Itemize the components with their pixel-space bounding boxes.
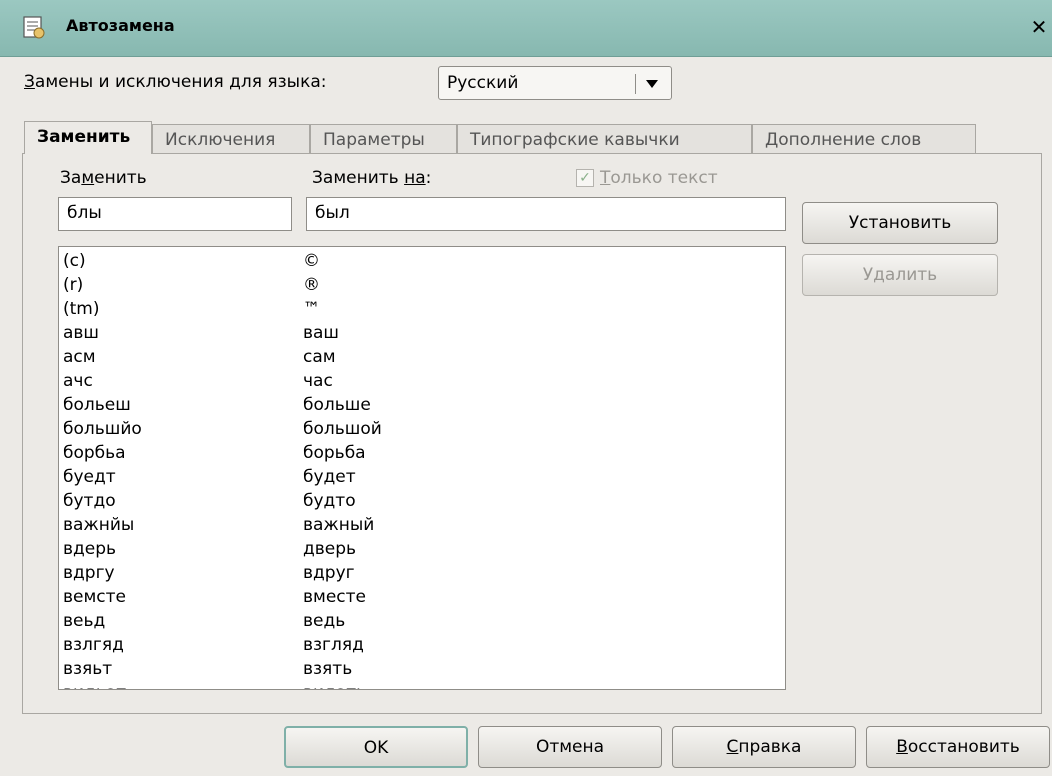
chevron-down-icon[interactable] <box>646 80 658 88</box>
replace-with-label: Заменить на: <box>312 168 432 188</box>
list-item[interactable]: вемсте вместе <box>63 585 753 609</box>
tab-replace[interactable]: Заменить <box>24 121 152 154</box>
help-button[interactable]: Справка <box>672 726 856 768</box>
list-item-to: большой <box>303 419 382 439</box>
select-separator <box>635 74 636 94</box>
list-item-to: ведь <box>303 611 346 631</box>
list-item[interactable]: (tm) ™ <box>63 297 753 321</box>
list-item[interactable]: видьат видать <box>63 681 753 689</box>
list-item-to: видать <box>303 681 366 689</box>
window-title: Автозамена <box>66 16 175 35</box>
ok-button[interactable]: OK <box>284 726 468 768</box>
list-item-to: © <box>303 251 320 271</box>
list-item-from: большйо <box>63 419 142 439</box>
language-label-mnemonic: З <box>24 72 35 92</box>
restore-button[interactable]: Восстановить <box>866 726 1050 768</box>
replacement-list[interactable]: (c) © (r) ® (tm) ™ авш ваш асм сам ачс час больеш бол… <box>58 246 786 690</box>
language-label: Замены и исключения для языка: <box>24 72 327 92</box>
list-item-to: вместе <box>303 587 367 607</box>
list-item-from: вемсте <box>63 587 127 607</box>
list-item-from: ачс <box>63 371 93 391</box>
list-item-from: (tm) <box>63 299 100 319</box>
list-item-to: будто <box>303 491 356 511</box>
close-icon[interactable]: ✕ <box>1026 12 1052 42</box>
list-item-from: важнйы <box>63 515 135 535</box>
list-item-from: (c) <box>63 251 86 271</box>
list-item[interactable]: авш ваш <box>63 321 753 345</box>
list-item[interactable]: бутдо будто <box>63 489 753 513</box>
list-item-to: важный <box>303 515 375 535</box>
list-item-from: (r) <box>63 275 84 295</box>
list-item-to: взгляд <box>303 635 364 655</box>
list-item-from: взлгяд <box>63 635 124 655</box>
tab-exceptions[interactable]: Исключения <box>152 124 310 154</box>
list-item-to: больше <box>303 395 371 415</box>
list-item-from: асм <box>63 347 96 367</box>
delete-button[interactable]: Удалить <box>802 254 998 296</box>
list-item-from: веьд <box>63 611 106 631</box>
language-select-value: Русский <box>447 73 519 93</box>
list-item-to: будет <box>303 467 356 487</box>
app-document-icon <box>23 16 45 39</box>
tab-typographic-quotes[interactable]: Типографские кавычки <box>457 124 752 154</box>
list-item-to: взять <box>303 659 353 679</box>
list-item-from: борбьа <box>63 443 126 463</box>
list-item-from: взяьт <box>63 659 113 679</box>
tab-word-completion[interactable]: Дополнение слов <box>752 124 976 154</box>
replace-input[interactable]: блы <box>58 197 292 231</box>
list-item-from: бутдо <box>63 491 116 511</box>
list-item-from: буедт <box>63 467 116 487</box>
text-only-label: Только текст <box>600 168 718 188</box>
list-item[interactable]: вдргу вдруг <box>63 561 753 585</box>
list-item[interactable]: веьд ведь <box>63 609 753 633</box>
list-item-to: ® <box>303 275 320 295</box>
list-item[interactable]: вдерь дверь <box>63 537 753 561</box>
list-item[interactable]: взлгяд взгляд <box>63 633 753 657</box>
list-item[interactable]: (r) ® <box>63 273 753 297</box>
list-item[interactable]: ачс час <box>63 369 753 393</box>
replace-with-input[interactable]: был <box>306 197 786 231</box>
cancel-button[interactable]: Отмена <box>478 726 662 768</box>
list-item[interactable]: (c) © <box>63 249 753 273</box>
list-item-to: ваш <box>303 323 339 343</box>
list-item-from: авш <box>63 323 99 343</box>
list-item[interactable]: больеш больше <box>63 393 753 417</box>
text-only-checkbox[interactable]: ✓ <box>576 169 594 187</box>
list-item-to: вдруг <box>303 563 355 583</box>
title-bar: Автозамена ✕ <box>0 0 1052 57</box>
replace-label: Заменить <box>60 168 147 188</box>
language-select[interactable]: Русский <box>438 66 672 100</box>
list-item-to: борьба <box>303 443 366 463</box>
tab-options[interactable]: Параметры <box>310 124 457 154</box>
list-item-to: ™ <box>303 299 320 319</box>
list-item-from: вдерь <box>63 539 117 559</box>
list-item[interactable]: буедт будет <box>63 465 753 489</box>
list-item[interactable]: борбьа борьба <box>63 441 753 465</box>
list-item-from: видьат <box>63 681 126 689</box>
language-label-text: амены и исключения для языка: <box>34 72 327 92</box>
list-item[interactable]: важнйы важный <box>63 513 753 537</box>
list-item[interactable]: большйо большой <box>63 417 753 441</box>
list-item-from: больеш <box>63 395 131 415</box>
list-item-to: час <box>303 371 333 391</box>
list-item-from: вдргу <box>63 563 115 583</box>
list-item-to: дверь <box>303 539 357 559</box>
list-item[interactable]: асм сам <box>63 345 753 369</box>
install-button[interactable]: Установить <box>802 202 998 244</box>
list-item[interactable]: взяьт взять <box>63 657 753 681</box>
list-item-to: сам <box>303 347 336 367</box>
